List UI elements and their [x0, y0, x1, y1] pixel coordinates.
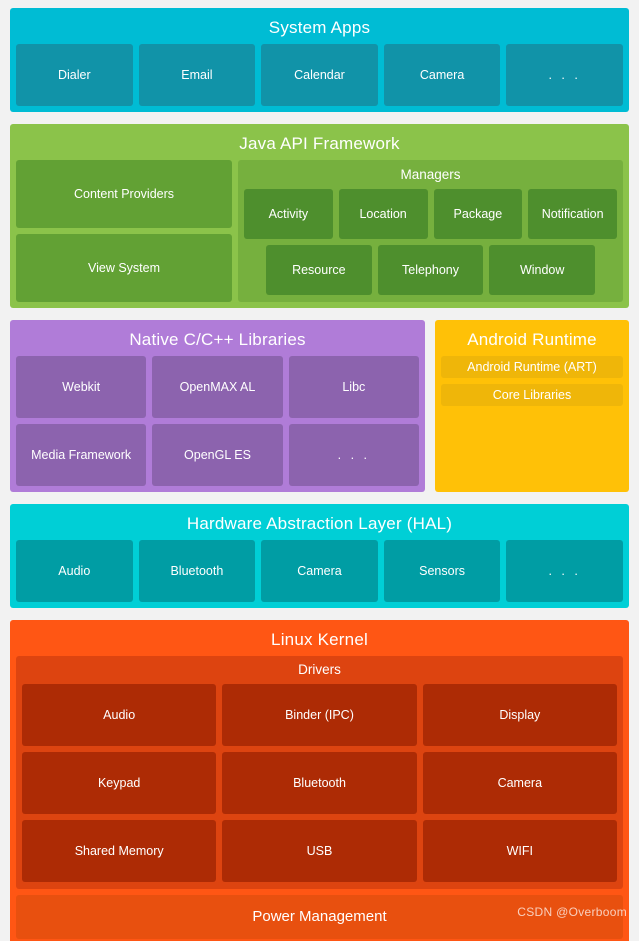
layer-title-system-apps: System Apps — [268, 18, 371, 37]
layer-system-apps: System Apps Dialer Email Calendar Camera… — [10, 8, 629, 112]
tile-hal-audio[interactable]: Audio — [16, 540, 133, 602]
managers-panel: Managers Activity Location Package Notif… — [238, 160, 623, 302]
tile-email[interactable]: Email — [138, 44, 256, 106]
tile-driver-wifi[interactable]: WIFI — [422, 820, 617, 882]
tile-driver-bluetooth[interactable]: Bluetooth — [222, 752, 417, 814]
hal-tile-row: Audio Bluetooth Camera Sensors . . . — [16, 540, 623, 602]
tile-android-runtime-art[interactable]: Android Runtime (ART) — [441, 356, 623, 378]
tile-activity-manager[interactable]: Activity — [244, 189, 333, 239]
layer-linux-kernel: Linux Kernel Drivers Audio Binder (IPC) … — [10, 620, 629, 941]
tile-more-apps[interactable]: . . . — [506, 44, 623, 106]
tile-content-providers[interactable]: Content Providers — [16, 160, 232, 228]
layer-title-hal: Hardware Abstraction Layer (HAL) — [186, 514, 453, 533]
tile-openmax-al[interactable]: OpenMAX AL — [152, 356, 283, 418]
tile-media-framework[interactable]: Media Framework — [16, 424, 147, 486]
android-runtime-tiles: Android Runtime (ART) Core Libraries — [441, 356, 623, 406]
drivers-title: Drivers — [298, 662, 341, 677]
layer-java-api-framework: Java API Framework Content Providers Vie… — [10, 124, 629, 308]
tile-hal-more[interactable]: . . . — [506, 540, 623, 602]
tile-hal-camera[interactable]: Camera — [261, 540, 378, 602]
system-apps-tile-row: Dialer Email Calendar Camera . . . — [16, 44, 623, 106]
managers-title: Managers — [400, 167, 461, 182]
tile-driver-keypad[interactable]: Keypad — [22, 752, 217, 814]
layer-android-runtime: Android Runtime Android Runtime (ART) Co… — [435, 320, 629, 492]
tile-window-manager[interactable]: Window — [489, 245, 596, 295]
java-api-columns: Content Providers View System Managers A… — [16, 160, 623, 302]
tile-camera[interactable]: Camera — [383, 44, 501, 106]
android-architecture-diagram: System Apps Dialer Email Calendar Camera… — [0, 0, 639, 941]
layer-title-native-libraries: Native C/C++ Libraries — [129, 330, 306, 349]
drivers-row-1: Audio Binder (IPC) Display — [22, 684, 617, 746]
layer-native-c-cpp-libraries: Native C/C++ Libraries Webkit OpenMAX AL… — [10, 320, 425, 492]
tile-driver-binder-ipc[interactable]: Binder (IPC) — [222, 684, 417, 746]
tile-opengl-es[interactable]: OpenGL ES — [152, 424, 283, 486]
tile-view-system[interactable]: View System — [16, 234, 232, 302]
tile-driver-audio[interactable]: Audio — [22, 684, 217, 746]
tile-core-libraries[interactable]: Core Libraries — [441, 384, 623, 406]
tile-driver-display[interactable]: Display — [422, 684, 617, 746]
tile-location-manager[interactable]: Location — [338, 189, 428, 239]
tile-driver-usb[interactable]: USB — [222, 820, 417, 882]
native-and-runtime-row: Native C/C++ Libraries Webkit OpenMAX AL… — [10, 320, 629, 492]
drivers-panel: Drivers Audio Binder (IPC) Display Keypa… — [16, 656, 623, 889]
layer-title-linux-kernel: Linux Kernel — [271, 630, 368, 649]
tile-driver-shared-memory[interactable]: Shared Memory — [22, 820, 217, 882]
managers-row-2: Resource Telephony Window — [244, 245, 617, 295]
tile-package-manager[interactable]: Package — [433, 189, 523, 239]
native-libraries-row-2: Media Framework OpenGL ES . . . — [16, 424, 419, 486]
tile-webkit[interactable]: Webkit — [16, 356, 147, 418]
layer-title-android-runtime: Android Runtime — [467, 330, 597, 349]
tile-hal-bluetooth[interactable]: Bluetooth — [138, 540, 256, 602]
tile-power-management[interactable]: Power Management — [16, 895, 623, 939]
layer-hardware-abstraction-layer: Hardware Abstraction Layer (HAL) Audio B… — [10, 504, 629, 608]
tile-telephony-manager[interactable]: Telephony — [377, 245, 484, 295]
layer-title-java-api-framework: Java API Framework — [239, 134, 400, 153]
managers-row-1: Activity Location Package Notification — [244, 189, 617, 239]
tile-driver-camera[interactable]: Camera — [422, 752, 617, 814]
tile-calendar[interactable]: Calendar — [261, 44, 378, 106]
tile-hal-sensors[interactable]: Sensors — [383, 540, 501, 602]
tile-notification-manager[interactable]: Notification — [528, 189, 617, 239]
tile-libc[interactable]: Libc — [288, 356, 419, 418]
native-libraries-row-1: Webkit OpenMAX AL Libc — [16, 356, 419, 418]
tile-resource-manager[interactable]: Resource — [266, 245, 372, 295]
drivers-row-2: Keypad Bluetooth Camera — [22, 752, 617, 814]
java-api-left-column: Content Providers View System — [16, 160, 232, 302]
tile-dialer[interactable]: Dialer — [16, 44, 133, 106]
tile-more-native-libraries[interactable]: . . . — [288, 424, 419, 486]
drivers-row-3: Shared Memory USB WIFI — [22, 820, 617, 882]
